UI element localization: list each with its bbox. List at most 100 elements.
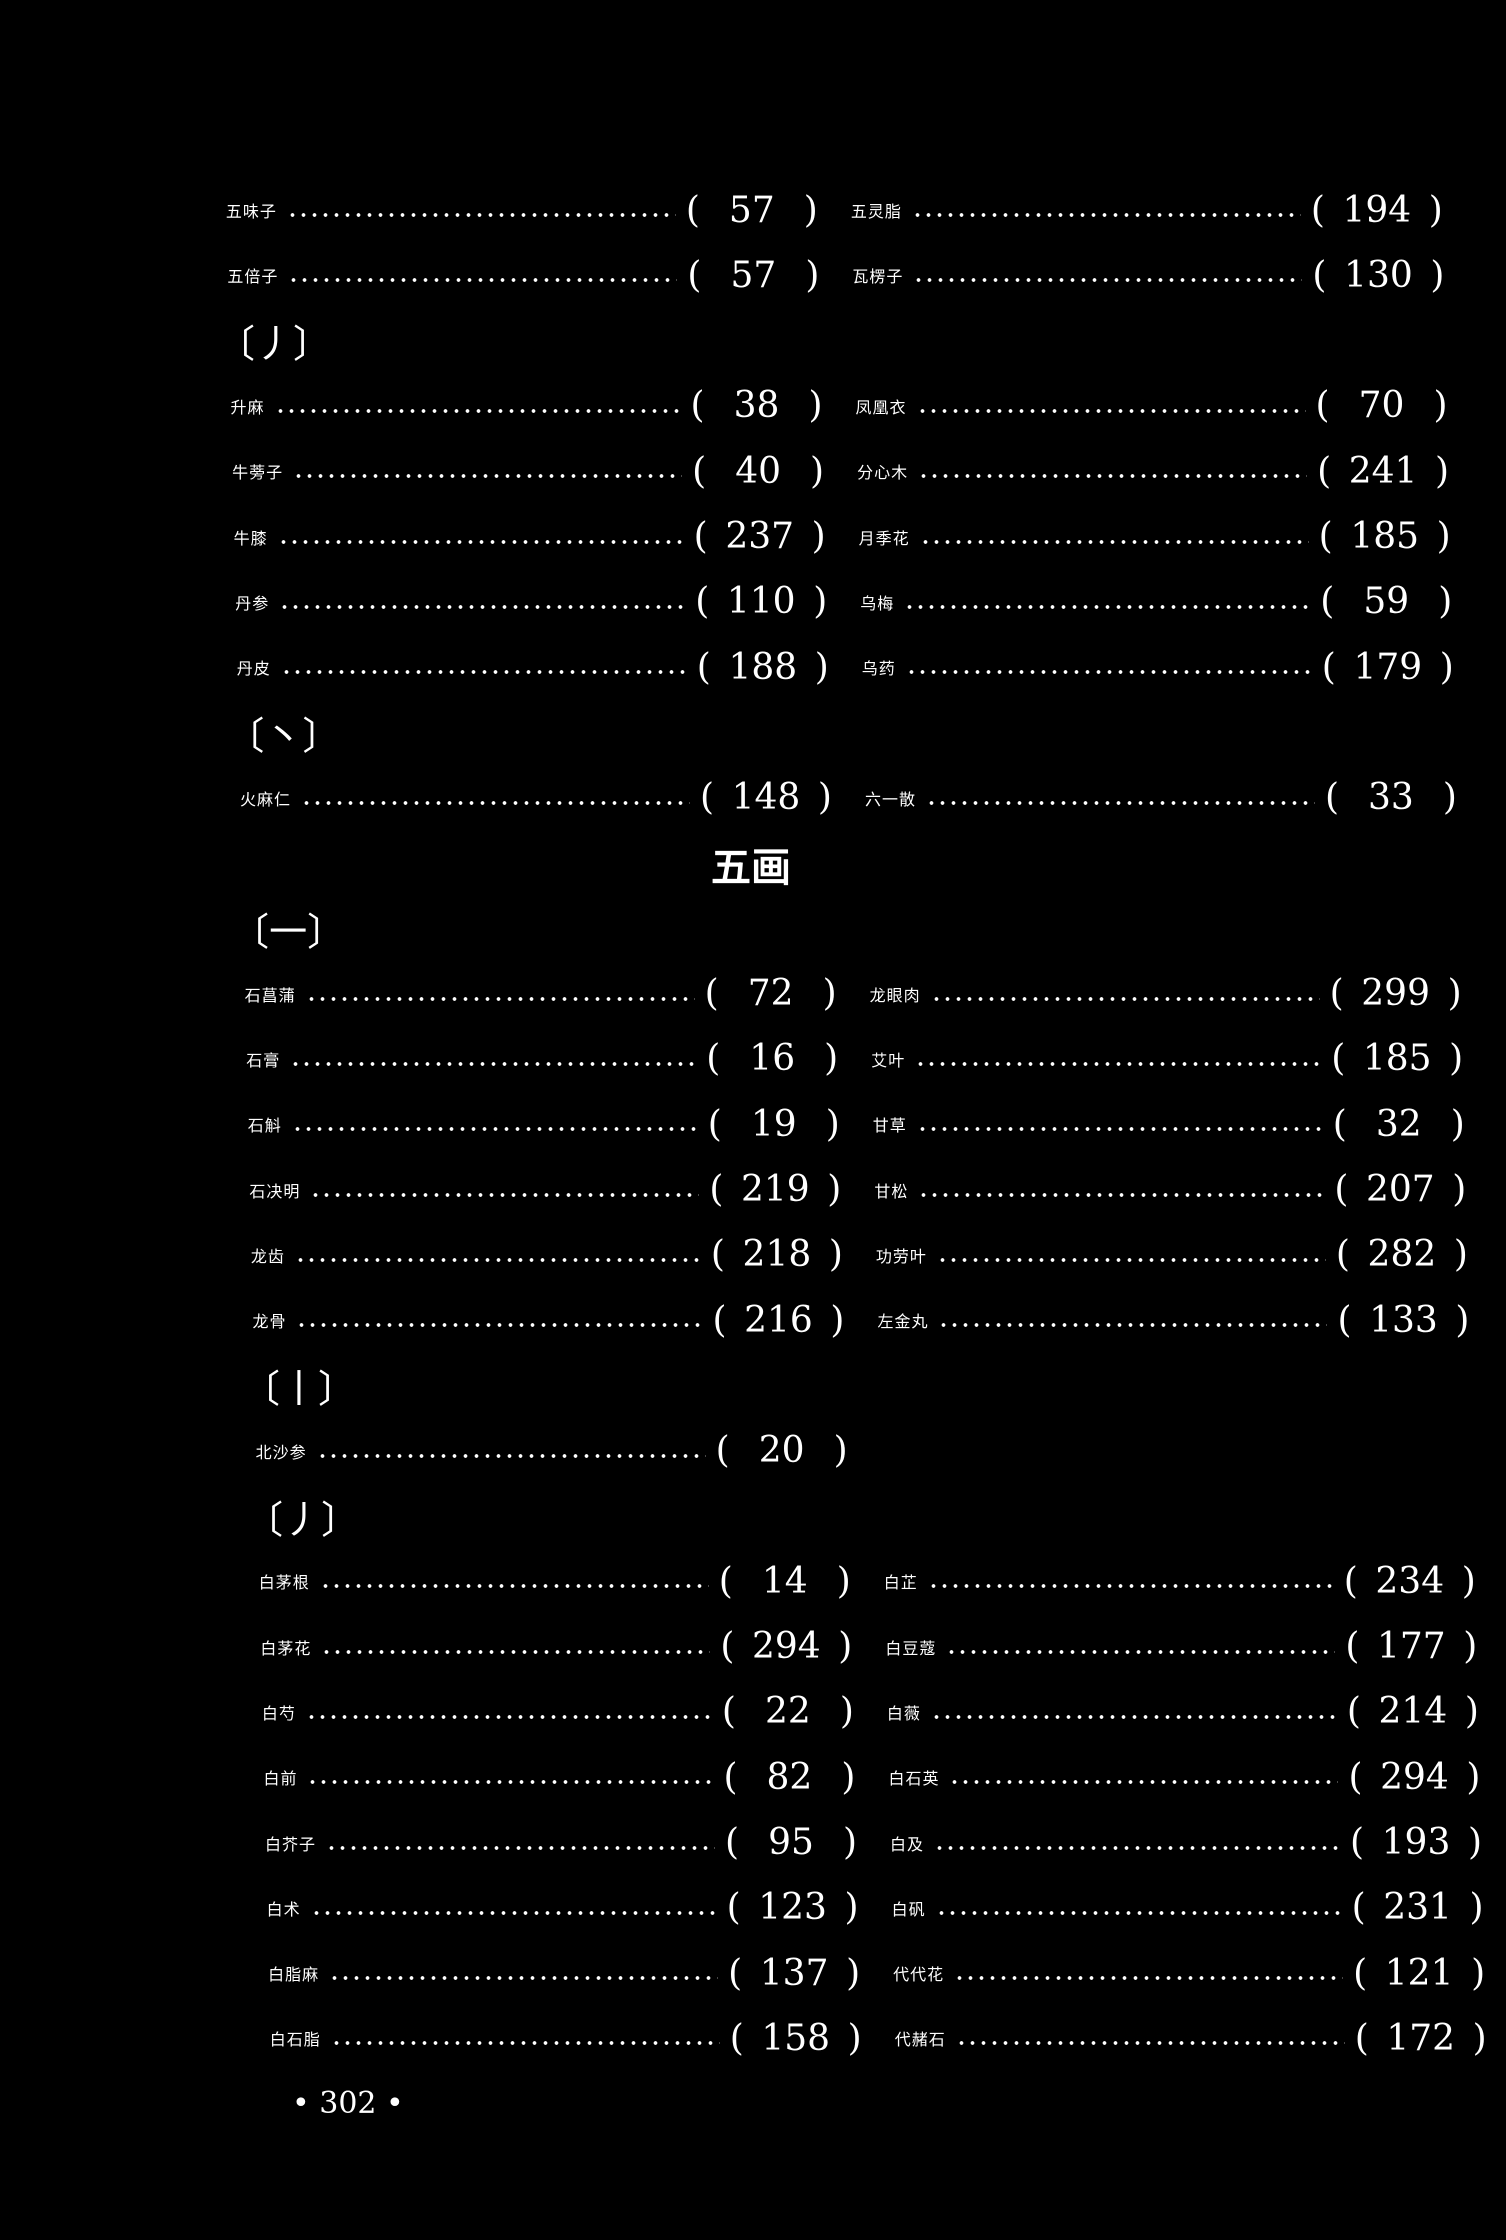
close-paren: ) [808, 385, 823, 427]
index-entry: 白脂麻 (137) [268, 1945, 860, 2001]
page-reference: (231) [1352, 1887, 1484, 1928]
close-paren: ) [1452, 1169, 1467, 1210]
page-reference: (59) [1320, 581, 1452, 622]
entry-name: 月季花 [858, 528, 910, 548]
page-reference: (193) [1350, 1822, 1482, 1863]
index-entry: 白石英 (294) [888, 1749, 1480, 1805]
close-paren: ) [838, 1626, 853, 1668]
leader-dots [904, 604, 1311, 609]
page-number: 32 [1375, 1103, 1422, 1145]
index-entry: 石决明 (219) [249, 1162, 841, 1218]
close-paren: ) [803, 189, 818, 231]
close-paren: ) [1450, 1103, 1465, 1145]
open-paren: ( [725, 1822, 740, 1863]
close-paren: ) [828, 1234, 843, 1276]
section-heading: 五画 [711, 845, 791, 891]
open-paren: ( [706, 1038, 721, 1080]
entry-name: 五倍子 [227, 267, 279, 287]
close-paren: ) [841, 1756, 856, 1798]
page-reference: (20) [716, 1430, 848, 1471]
page-number: 179 [1353, 646, 1423, 688]
page-number: 22 [764, 1691, 811, 1733]
leader-dots [294, 1257, 701, 1262]
leader-dots [277, 539, 684, 544]
page-reference: (33) [1325, 777, 1457, 818]
open-paren: ( [1331, 1038, 1346, 1080]
index-entry: 乌药 (179) [862, 639, 1454, 695]
stroke-group-label: 〔丨〕 [242, 1366, 357, 1411]
page-reference: (110) [695, 581, 827, 622]
page-reference: (14) [719, 1561, 851, 1602]
page-number: 130 [1344, 254, 1413, 296]
page-reference: (219) [709, 1169, 841, 1210]
leader-dots [919, 539, 1309, 544]
index-entry: 代代花 (121) [893, 1945, 1485, 2001]
leader-dots [916, 1127, 1323, 1132]
page-reference: (72) [705, 973, 837, 1014]
page-reference: (299) [1330, 973, 1462, 1014]
close-paren: ) [1436, 516, 1451, 557]
close-paren: ) [1433, 385, 1448, 427]
close-paren: ) [825, 1103, 840, 1145]
close-paren: ) [830, 1299, 845, 1341]
entry-name: 白芍 [261, 1703, 296, 1723]
page-number: 193 [1381, 1822, 1451, 1863]
index-entry: 甘草 (32) [873, 1096, 1465, 1152]
open-paren: ( [1346, 1691, 1361, 1733]
leader-dots [321, 1649, 711, 1654]
index-entry: 牛膝 (237) [234, 509, 826, 565]
index-entry: 白茅根 (14) [259, 1553, 851, 1609]
index-entry: 石菖蒲 (72) [245, 966, 837, 1022]
entry-name: 代代花 [893, 1965, 945, 1985]
page-number: 14 [761, 1560, 808, 1602]
leader-dots [935, 1910, 1342, 1915]
leader-dots [916, 408, 1306, 413]
page-reference: (32) [1333, 1104, 1465, 1145]
open-paren: ( [687, 254, 702, 296]
page-number: 40 [735, 450, 781, 492]
page-reference: (294) [1348, 1757, 1480, 1798]
open-paren: ( [1329, 973, 1344, 1015]
index-entry: 甘松 (207) [874, 1162, 1466, 1218]
page-number: 177 [1376, 1626, 1446, 1668]
open-paren: ( [1337, 1299, 1352, 1341]
open-paren: ( [712, 1299, 727, 1341]
open-paren: ( [1320, 581, 1335, 623]
page-reference: (22) [722, 1691, 854, 1732]
close-paren: ) [839, 1691, 854, 1733]
open-paren: ( [1312, 254, 1327, 296]
close-paren: ) [1471, 1952, 1486, 1994]
page-number: 57 [730, 254, 777, 296]
leader-dots [319, 1584, 709, 1589]
index-entry: 白芥子 (95) [265, 1815, 857, 1871]
index-entry: 升麻 (38) [231, 378, 823, 434]
open-paren: ( [728, 1952, 743, 1994]
index-entry: 五倍子 (57) [227, 247, 819, 303]
page-reference: (218) [711, 1234, 843, 1275]
leader-dots [310, 1910, 717, 1915]
page-reference: (133) [1337, 1300, 1469, 1341]
index-page: 五味子(57) 五灵脂(194) 五倍子(57) 瓦楞子(130) 〔丿〕 升麻(38) 凤… [0, 0, 1506, 2240]
entry-name: 白芷 [883, 1573, 918, 1593]
open-paren: ( [699, 777, 714, 819]
index-entry: 凤凰衣 (70) [856, 378, 1448, 434]
page-number: 172 [1386, 2017, 1456, 2059]
open-paren: ( [729, 2017, 744, 2059]
page-reference: (95) [725, 1822, 857, 1863]
entry-name: 六一散 [864, 789, 916, 809]
leader-dots [934, 1845, 1341, 1850]
open-paren: ( [1310, 189, 1325, 231]
page-reference: (82) [723, 1757, 855, 1798]
open-paren: ( [723, 1756, 738, 1798]
page-reference: (234) [1344, 1561, 1476, 1602]
leader-dots [274, 408, 681, 413]
page-number: 123 [758, 1887, 827, 1929]
open-paren: ( [707, 1103, 722, 1145]
index-entry: 白芷 (234) [884, 1553, 1476, 1609]
open-paren: ( [695, 581, 710, 623]
open-paren: ( [696, 646, 711, 688]
stroke-group-label: 〔丿〕 [216, 322, 331, 367]
leader-dots [307, 1780, 714, 1785]
close-paren: ) [1463, 1626, 1478, 1668]
page-reference: (121) [1353, 1953, 1485, 1994]
